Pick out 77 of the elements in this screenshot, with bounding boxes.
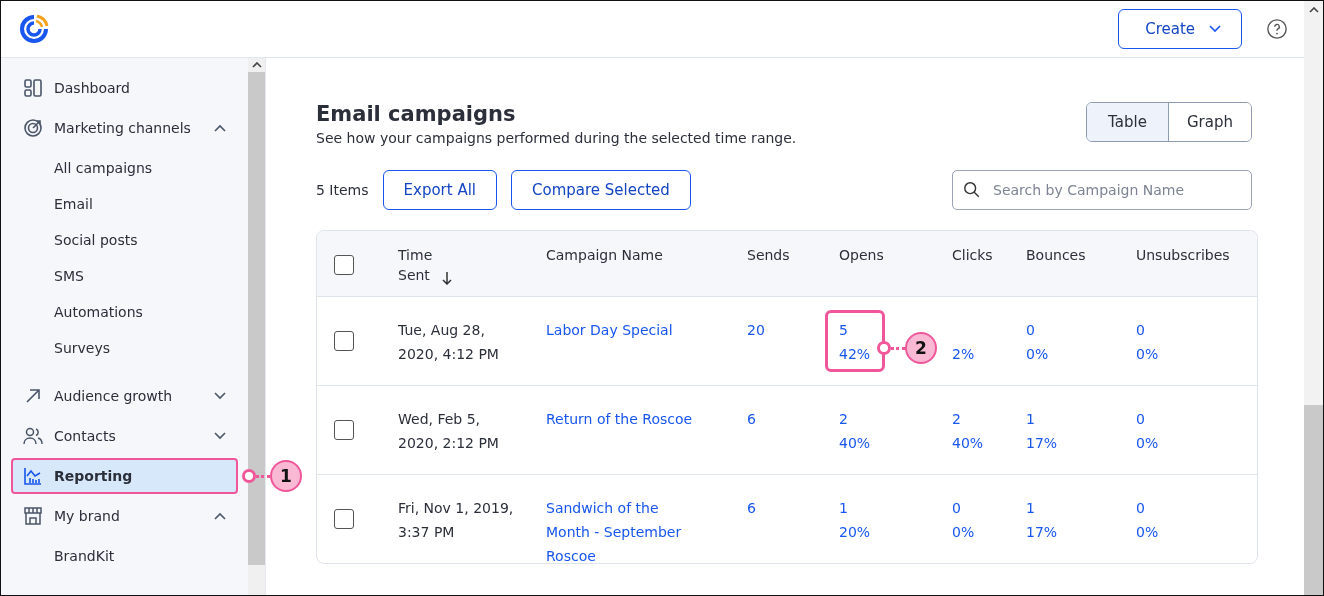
sidebar-item[interactable]: Marketing channels xyxy=(11,110,238,146)
sort-arrow-icon xyxy=(442,271,452,285)
search-icon xyxy=(963,181,981,199)
logo-icon xyxy=(18,13,50,45)
toolbar-button[interactable]: Export All xyxy=(382,170,497,210)
row-checkbox[interactable] xyxy=(334,509,354,529)
sidebar-subitem[interactable]: BrandKit xyxy=(11,538,115,574)
clicks-link[interactable]: 2% xyxy=(952,342,975,366)
target-icon xyxy=(23,118,43,138)
column-header[interactable]: Time Sent xyxy=(398,245,438,285)
sidebar-subitem[interactable]: SMS xyxy=(11,258,84,294)
sidebar-item[interactable]: Dashboard xyxy=(11,70,238,106)
sidebar-subitem[interactable]: Email xyxy=(11,186,93,222)
column-header[interactable]: Sends xyxy=(747,247,790,263)
item-count: 5 Items xyxy=(316,182,369,198)
bounces-link[interactable]: 0 xyxy=(1026,318,1035,342)
store-icon xyxy=(23,506,43,526)
clicks-link[interactable]: 40% xyxy=(952,431,984,455)
dashboard-icon xyxy=(23,78,43,98)
sidebar-subitem[interactable]: Surveys xyxy=(11,330,110,366)
sidebar-subitem[interactable]: Automations xyxy=(11,294,143,330)
scrollbar[interactable] xyxy=(248,58,265,595)
column-header[interactable]: Opens xyxy=(839,247,884,263)
bounces-link[interactable]: 1 xyxy=(1026,496,1035,520)
clicks-link[interactable]: 2 xyxy=(952,407,961,431)
sends-link[interactable]: 6 xyxy=(747,407,756,431)
sidebar-item[interactable]: My brand xyxy=(11,498,238,534)
time-cell-text: Fri, Nov 1, 2019, 3:37 PM xyxy=(398,499,515,542)
chart-icon xyxy=(23,466,43,486)
campaign-link[interactable]: Sandwich of the Month - September Roscoe xyxy=(546,496,696,568)
row-checkbox[interactable] xyxy=(334,331,354,351)
unsubscribes-link[interactable]: 0 xyxy=(1136,318,1145,342)
sends-link[interactable]: 20 xyxy=(747,318,765,342)
page-subtitle: See how your campaigns performed during the selected time range. xyxy=(316,130,797,146)
unsubscribes-link[interactable]: 0 xyxy=(1136,407,1145,431)
sidebar-item[interactable]: Contacts xyxy=(11,418,238,454)
clicks-link[interactable]: 0% xyxy=(952,520,975,544)
campaign-link[interactable]: Return of the Roscoe xyxy=(546,407,696,431)
bounces-link[interactable]: 0% xyxy=(1026,342,1049,366)
column-header[interactable]: Clicks xyxy=(952,247,993,263)
page-title: Email campaigns xyxy=(316,102,517,126)
column-header[interactable]: Bounces xyxy=(1026,247,1086,263)
unsubscribes-link[interactable]: 0% xyxy=(1136,520,1159,544)
scroll-up-icon[interactable] xyxy=(1308,7,1319,13)
unsubscribes-link[interactable]: 0 xyxy=(1136,496,1145,520)
sidebar-item[interactable]: Audience growth xyxy=(11,378,238,414)
view-tab[interactable]: Table xyxy=(1087,103,1169,141)
sidebar-subitem[interactable]: Social posts xyxy=(11,222,138,258)
time-cell-text: Wed, Feb 5, 2020, 2:12 PM xyxy=(398,410,500,453)
unsubscribes-link[interactable]: 0% xyxy=(1136,431,1159,455)
sidebar-subitem[interactable]: All campaigns xyxy=(11,150,153,186)
opens-link[interactable]: 1 xyxy=(839,496,848,520)
row-checkbox[interactable] xyxy=(334,420,354,440)
campaign-link[interactable]: Labor Day Special xyxy=(546,318,696,342)
opens-link[interactable]: 2 xyxy=(839,407,848,431)
people-icon xyxy=(23,426,43,446)
scrollbar[interactable] xyxy=(1304,1,1323,595)
bounces-link[interactable]: 17% xyxy=(1026,431,1058,455)
sends-link[interactable]: 6 xyxy=(747,496,756,520)
unsubscribes-link[interactable]: 0% xyxy=(1136,342,1159,366)
chevron-down-icon xyxy=(1209,25,1221,33)
help-icon[interactable] xyxy=(1266,18,1288,40)
opens-link[interactable]: 40% xyxy=(839,431,871,455)
create-button[interactable]: Create xyxy=(1118,9,1242,49)
toolbar-button[interactable]: Compare Selected xyxy=(511,170,691,210)
scroll-up-icon[interactable] xyxy=(251,62,262,68)
clicks-link[interactable]: 0 xyxy=(952,496,961,520)
opens-link[interactable]: 20% xyxy=(839,520,871,544)
opens-link[interactable]: 5 xyxy=(839,318,848,342)
column-header[interactable]: Unsubscribes xyxy=(1136,247,1230,263)
bounces-link[interactable]: 1 xyxy=(1026,407,1035,431)
bounces-link[interactable]: 17% xyxy=(1026,520,1058,544)
search-field[interactable]: Search by Campaign Name xyxy=(952,170,1252,210)
time-cell-text: Tue, Aug 28, 2020, 4:12 PM xyxy=(398,321,500,364)
select-all-checkbox[interactable] xyxy=(334,255,354,275)
column-header[interactable]: Campaign Name xyxy=(546,247,663,263)
opens-link[interactable]: 42% xyxy=(839,342,871,366)
